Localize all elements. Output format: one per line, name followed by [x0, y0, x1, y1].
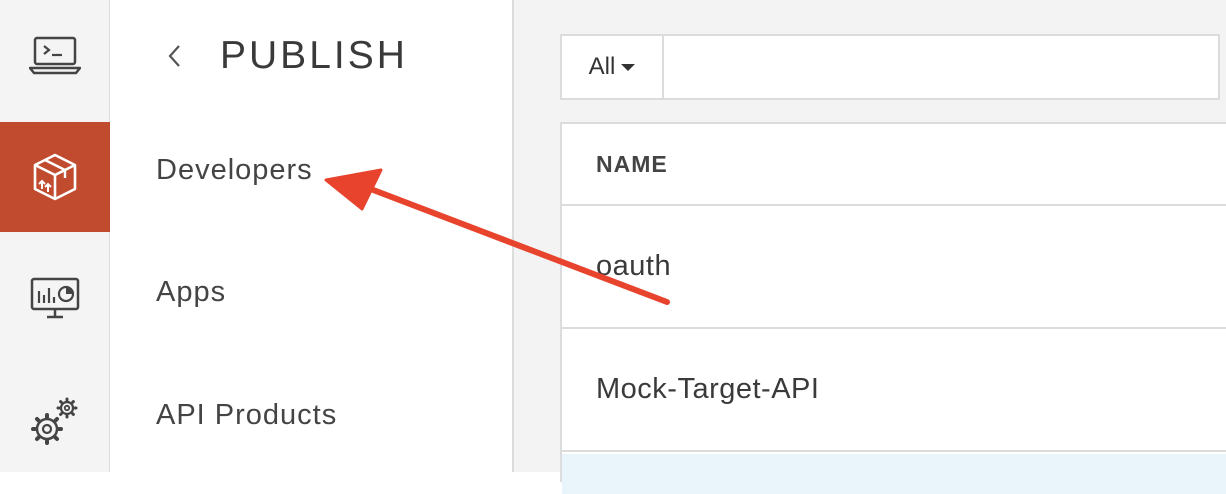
- filter-select-value: All: [588, 53, 616, 80]
- search-input[interactable]: [664, 36, 1218, 98]
- developers-table: NAME oauth Mock-Target-API: [560, 122, 1226, 494]
- nav-link-api-products[interactable]: API Products: [156, 399, 337, 432]
- nav-link-developers[interactable]: Developers: [156, 154, 313, 187]
- nav-develop[interactable]: [0, 0, 110, 110]
- nav-admin[interactable]: [0, 366, 110, 476]
- publish-package-icon: [33, 153, 77, 201]
- filter-select[interactable]: All: [562, 36, 664, 98]
- table-row[interactable]: Mock-Target-API: [562, 329, 1226, 452]
- caret-down-icon: [621, 63, 636, 71]
- icon-rail: [0, 0, 110, 472]
- column-header-name[interactable]: NAME: [596, 151, 668, 178]
- row-name: Mock-Target-API: [596, 373, 820, 405]
- row-name: oauth: [596, 250, 672, 282]
- analytics-monitor-icon: [30, 277, 80, 319]
- nav-link-apps[interactable]: Apps: [156, 276, 226, 309]
- nav-publish[interactable]: [0, 122, 110, 232]
- publish-subnav: PUBLISH Developers Apps API Products: [110, 0, 514, 472]
- table-header: NAME: [562, 124, 1226, 206]
- table-row[interactable]: oauth: [562, 206, 1226, 329]
- chevron-left-icon: [168, 45, 180, 67]
- settings-gears-icon: [31, 397, 78, 445]
- filter-bar: All: [560, 34, 1220, 100]
- console-icon: [29, 36, 81, 75]
- main-content: All NAME oauth Mock-Target-API: [514, 0, 1226, 494]
- nav-analyze[interactable]: [0, 244, 110, 354]
- section-title: PUBLISH: [220, 34, 408, 77]
- table-row-partial[interactable]: [562, 454, 1226, 494]
- back-button[interactable]: [158, 36, 192, 76]
